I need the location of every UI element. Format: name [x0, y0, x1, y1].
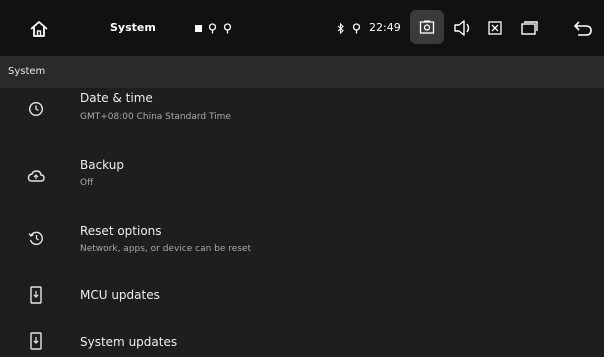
- status-bar: System 22:49: [0, 0, 604, 56]
- home-icon[interactable]: [28, 18, 50, 40]
- close-box-icon[interactable]: [487, 20, 503, 36]
- recents-icon[interactable]: [520, 20, 538, 36]
- phone-update-icon: [26, 331, 46, 351]
- item-subtitle: Off: [80, 178, 94, 188]
- history-icon: [26, 228, 46, 248]
- item-subtitle: GMT+08:00 China Standard Time: [80, 112, 231, 122]
- section-header-label: System: [8, 66, 46, 77]
- list-item-system-updates[interactable]: System updates: [0, 326, 604, 357]
- clock-icon: [26, 99, 46, 119]
- item-subtitle: Network, apps, or device can be reset: [80, 244, 252, 254]
- location-pin-icon: [222, 22, 232, 34]
- list-item-reset-options[interactable]: Reset options Network, apps, or device c…: [0, 218, 604, 263]
- camera-icon[interactable]: [410, 10, 444, 44]
- location-pin-icon: [351, 22, 361, 34]
- list-item-date-time[interactable]: Date & time GMT+08:00 China Standard Tim…: [0, 88, 604, 133]
- item-title: Date & time: [80, 91, 153, 105]
- cloud-backup-icon: [26, 166, 46, 186]
- location-pin-icon: [207, 22, 217, 34]
- list-item-mcu-updates[interactable]: MCU updates: [0, 280, 604, 312]
- back-icon[interactable]: [572, 17, 594, 39]
- item-title: Reset options: [80, 224, 162, 238]
- notification-square-icon: [193, 23, 203, 33]
- list-item-backup[interactable]: Backup Off: [0, 150, 604, 200]
- item-title: Backup: [80, 158, 124, 172]
- item-title: MCU updates: [80, 288, 160, 302]
- status-title: System: [110, 21, 156, 34]
- section-header: System: [0, 56, 604, 88]
- status-time: 22:49: [369, 21, 401, 34]
- phone-update-icon: [26, 285, 46, 305]
- volume-icon[interactable]: [452, 18, 474, 38]
- bluetooth-icon: [336, 22, 346, 34]
- item-title: System updates: [80, 335, 178, 349]
